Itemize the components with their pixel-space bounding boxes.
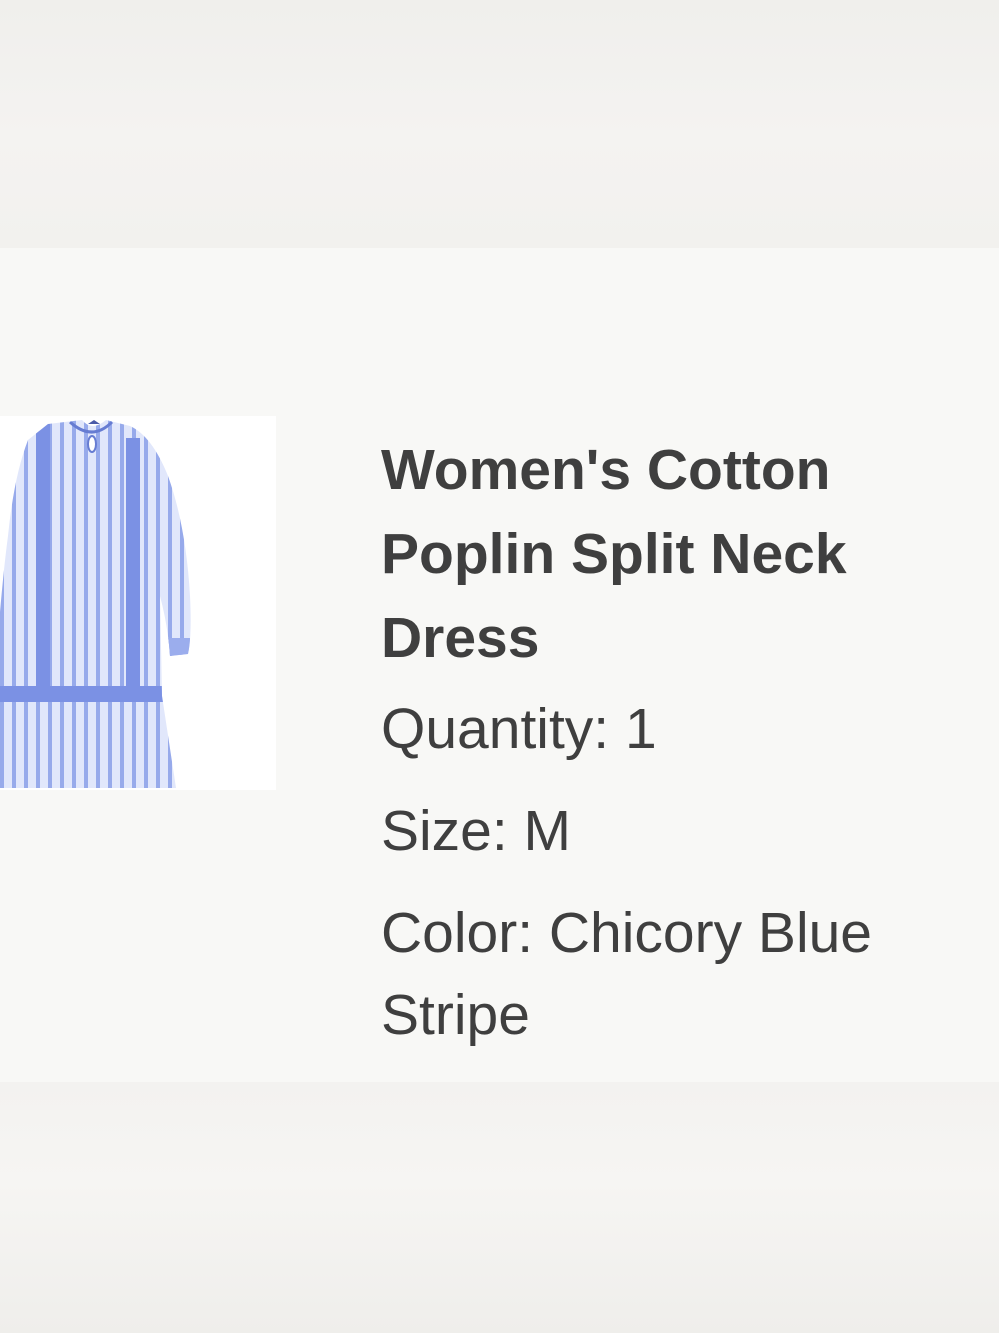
- color-text: Color: Chicory Blue Stripe: [381, 901, 873, 1047]
- size-text: Size: M: [381, 799, 572, 863]
- quantity-text: Quantity: 1: [381, 697, 657, 761]
- product-details: Women's Cotton Poplin Split Neck Dress Q…: [381, 428, 981, 1056]
- product-image[interactable]: [0, 416, 276, 790]
- order-item-card: Women's Cotton Poplin Split Neck Dress Q…: [0, 248, 999, 1082]
- product-title[interactable]: Women's Cotton Poplin Split Neck Dress: [381, 428, 981, 680]
- blurred-background-bottom: [0, 1082, 999, 1333]
- blurred-background-top: [0, 0, 999, 248]
- dress-image-graphic: [0, 420, 191, 788]
